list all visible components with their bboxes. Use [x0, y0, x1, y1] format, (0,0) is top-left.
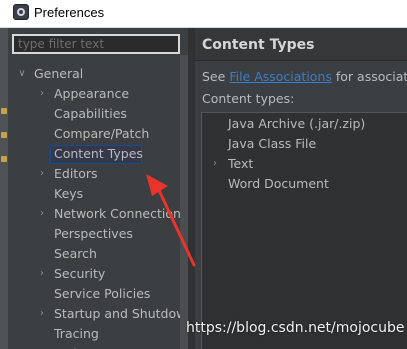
chevron-right-icon[interactable]: › [210, 154, 220, 174]
tree-item-label: Startup and Shutdown [54, 306, 188, 321]
tree-item-label: Compare/Patch [54, 126, 150, 141]
content-type-label: Java Archive (.jar/.zip) [228, 116, 366, 131]
content-type-label: Text [228, 156, 254, 171]
folder-icon [1, 108, 7, 114]
see-suffix: for associating [335, 69, 407, 84]
tree-item-label: Perspectives [54, 226, 133, 241]
content-type-label: Java Class File [228, 136, 317, 151]
tree-item-general[interactable]: ∨ General [8, 64, 180, 84]
chevron-down-icon[interactable]: ∨ [17, 64, 27, 84]
title-bar: Preferences [0, 0, 407, 28]
tree-item-web-browser[interactable]: Web Browser [8, 344, 180, 349]
tree-item-search[interactable]: Search [8, 244, 180, 264]
eclipse-icon [13, 4, 29, 20]
see-prefix: See [202, 69, 226, 84]
content-types-tree: Java Archive (.jar/.zip) Java Class File ›… [201, 112, 407, 349]
content-types-page: Content Types See File Associations for … [195, 28, 407, 349]
tree-item-label: Capabilities [54, 106, 127, 121]
folder-icon [1, 156, 7, 162]
see-line: See File Associations for associating [202, 69, 407, 84]
content-type-text[interactable]: › Text [202, 154, 402, 174]
tree-item-label: Security [54, 266, 106, 281]
tree-item-perspectives[interactable]: Perspectives [8, 224, 180, 244]
tree-item-content-types[interactable]: Content Types [8, 144, 180, 164]
tree-item-keys[interactable]: Keys [8, 184, 180, 204]
content-type-java-archive-jar-zip[interactable]: Java Archive (.jar/.zip) [202, 114, 402, 134]
tree-item-label: Search [54, 246, 97, 261]
tree-item-label: Editors [54, 166, 98, 181]
background-window-strip [0, 28, 8, 349]
content-type-java-class-file[interactable]: Java Class File [202, 134, 402, 154]
file-associations-link[interactable]: File Associations [229, 69, 332, 84]
window-title: Preferences [34, 5, 105, 20]
tree-item-label: Appearance [54, 86, 130, 101]
page-header: Content Types [195, 28, 407, 61]
tree-item-service-policies[interactable]: Service Policies [8, 284, 180, 304]
filter-input[interactable] [12, 34, 180, 54]
tree-item-capabilities[interactable]: Capabilities [8, 104, 180, 124]
tree-item-label: Service Policies [54, 286, 151, 301]
tree-item-tracing[interactable]: Tracing [8, 324, 180, 344]
tree-item-startup-and-shutdown[interactable]: › Startup and Shutdown [8, 304, 188, 324]
tree-item-label: Tracing [54, 326, 99, 341]
chevron-right-icon[interactable]: › [37, 84, 47, 104]
content-type-label: Word Document [228, 176, 329, 191]
tree-item-appearance[interactable]: › Appearance [8, 84, 180, 104]
tree-item-label: Network Connections [54, 206, 188, 221]
chevron-right-icon[interactable]: › [37, 164, 47, 184]
tree-item-compare-patch[interactable]: Compare/Patch [8, 124, 180, 144]
tree-item-security[interactable]: › Security [8, 264, 180, 284]
watermark: https://blog.csdn.net/mojocube [186, 320, 405, 336]
tree-item-label: General [34, 66, 84, 81]
pane-divider[interactable] [188, 28, 195, 349]
chevron-right-icon[interactable]: › [37, 204, 47, 224]
preferences-tree-pane: ∨ General › Appearance Capabilities Compare/P… [8, 28, 188, 349]
tree-item-network-connections[interactable]: › Network Connections [8, 204, 187, 224]
folder-icon [1, 132, 7, 138]
content-type-word-document[interactable]: Word Document [202, 174, 402, 194]
tree-item-label: Keys [54, 186, 84, 201]
tree-item-label: Content Types [54, 146, 143, 161]
content-types-label: Content types: [202, 91, 295, 106]
tree-scrollbar[interactable] [180, 55, 188, 349]
tree-item-editors[interactable]: › Editors [8, 164, 180, 184]
chevron-right-icon[interactable]: › [37, 304, 47, 324]
chevron-right-icon[interactable]: › [37, 264, 47, 284]
page-title: Content Types [202, 37, 315, 53]
tree-item-label: Web Browser [54, 344, 136, 349]
